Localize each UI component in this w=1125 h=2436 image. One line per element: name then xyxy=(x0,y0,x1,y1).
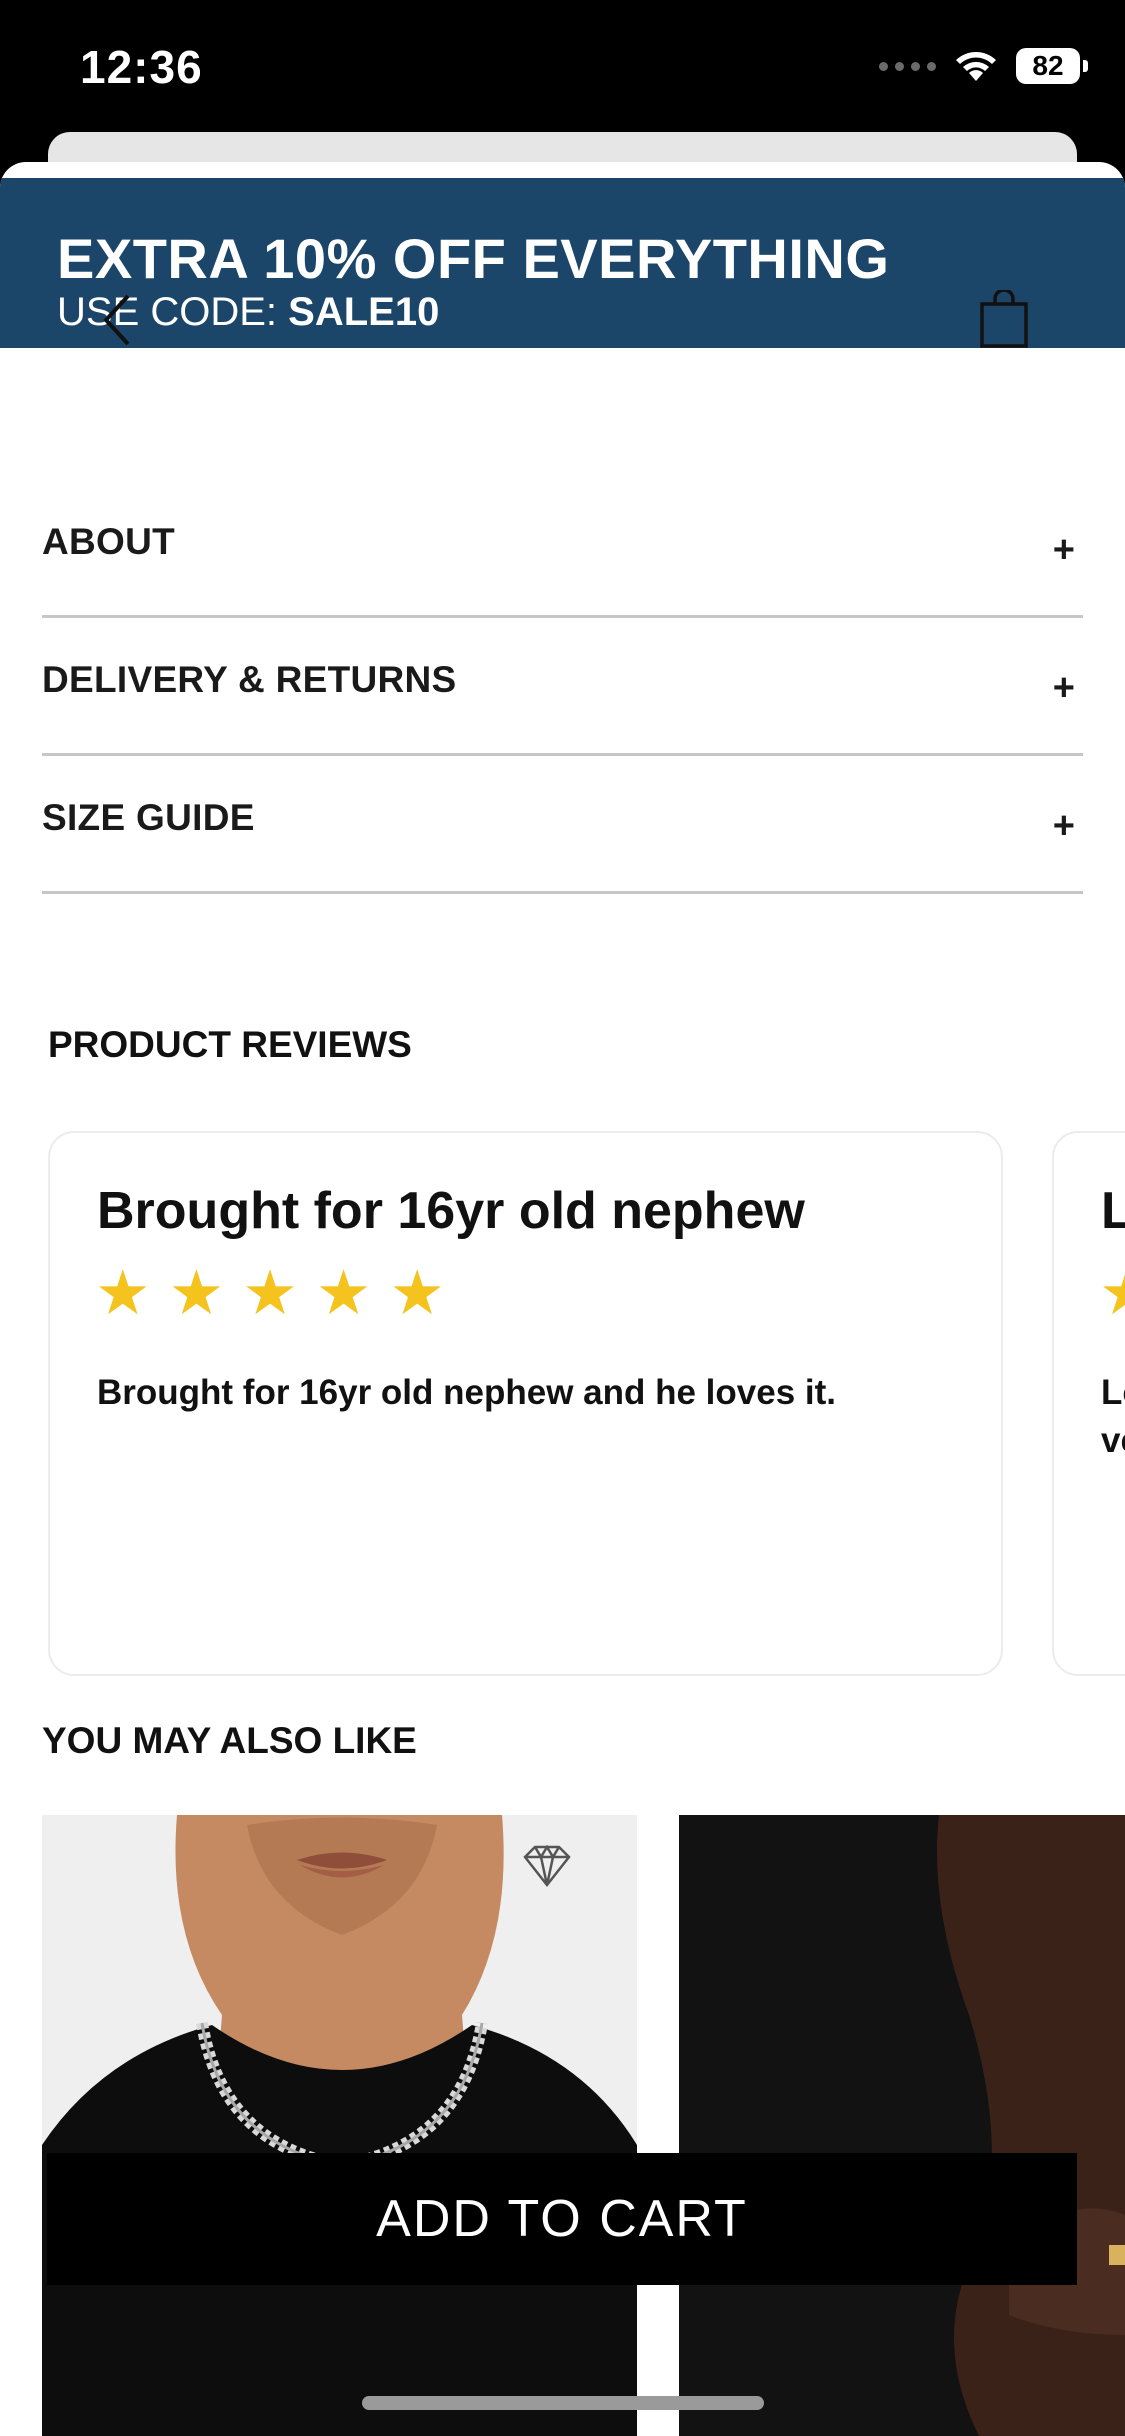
cellular-signal-icon xyxy=(879,61,936,71)
promo-banner[interactable]: EXTRA 10% OFF EVERYTHING USE CODE: SALE1… xyxy=(0,178,1125,348)
plus-icon: + xyxy=(1052,667,1075,709)
product-sheet: EXTRA 10% OFF EVERYTHING USE CODE: SALE1… xyxy=(0,162,1125,2436)
star-icon: ★ xyxy=(242,1259,298,1328)
recommendations-carousel[interactable] xyxy=(42,1815,1125,2436)
wifi-icon xyxy=(956,52,996,81)
section-title-you-may-also-like: YOU MAY ALSO LIKE xyxy=(42,1720,417,1761)
home-indicator[interactable] xyxy=(362,2396,764,2410)
star-icon: ★ xyxy=(95,1259,151,1328)
star-icon: ★ xyxy=(1099,1263,1125,1325)
accordion-label: DELIVERY & RETURNS xyxy=(42,658,457,700)
accordion-about[interactable]: ABOUT + xyxy=(42,480,1083,618)
review-body: Brought for 16yr old nephew and he loves… xyxy=(97,1373,836,1412)
section-title-reviews: PRODUCT REVIEWS xyxy=(48,1024,412,1065)
star-icon: ★ xyxy=(315,1259,372,1328)
star-icon: ★ xyxy=(389,1259,445,1328)
status-time: 12:36 xyxy=(80,41,203,93)
plus-icon: + xyxy=(1052,805,1075,847)
star-rating: ★ ★ ★ ★ ★ xyxy=(1099,1263,1125,1325)
product-image xyxy=(679,1815,1125,2436)
star-rating: ★ ★ ★ ★ ★ xyxy=(95,1263,445,1325)
review-title: Brought for 16yr old nephew xyxy=(97,1182,805,1240)
accordion-label: ABOUT xyxy=(42,520,176,562)
reviews-carousel[interactable]: Brought for 16yr old nephew ★ ★ ★ ★ ★ Br… xyxy=(48,1131,1125,1676)
add-to-cart-button[interactable]: ADD TO CART xyxy=(47,2153,1077,2285)
battery-icon: 82 xyxy=(1016,48,1088,84)
product-card[interactable] xyxy=(42,1815,637,2436)
promo-title: EXTRA 10% OFF EVERYTHING xyxy=(57,227,890,290)
promo-code: SALE10 xyxy=(288,290,440,334)
review-body: Lo ve xyxy=(1101,1373,1125,1460)
review-card[interactable]: L ★ ★ ★ ★ ★ Lo ve xyxy=(1052,1131,1125,1676)
star-icon: ★ xyxy=(168,1259,225,1328)
app-screen: 12:36 82 EXTRA 10% OFF EVERYTHING USE CO… xyxy=(0,0,1125,2436)
shopping-bag-icon[interactable] xyxy=(978,290,1030,350)
accordion-label: SIZE GUIDE xyxy=(42,796,255,838)
battery-level: 82 xyxy=(1032,50,1064,81)
accordion-delivery-returns[interactable]: DELIVERY & RETURNS + xyxy=(42,618,1083,756)
product-image xyxy=(42,1815,637,2436)
review-card[interactable]: Brought for 16yr old nephew ★ ★ ★ ★ ★ Br… xyxy=(48,1131,1003,1676)
review-title: L xyxy=(1101,1181,1125,1241)
status-indicators: 82 xyxy=(879,48,1088,84)
product-card[interactable] xyxy=(679,1815,1125,2436)
plus-icon: + xyxy=(1052,529,1075,571)
promo-code-prefix: USE CODE: xyxy=(57,290,289,334)
product-info-accordion: ABOUT + DELIVERY & RETURNS + SIZE GUIDE … xyxy=(42,480,1083,894)
chevron-left-icon[interactable] xyxy=(96,290,136,350)
accordion-size-guide[interactable]: SIZE GUIDE + xyxy=(42,756,1083,894)
